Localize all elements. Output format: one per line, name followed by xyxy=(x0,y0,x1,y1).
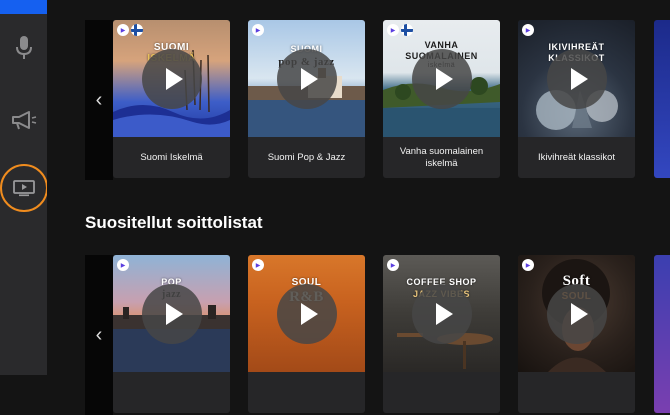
microphone-icon xyxy=(15,35,32,59)
megaphone-icon xyxy=(11,110,36,129)
play-button[interactable] xyxy=(277,284,337,344)
microphone-button[interactable] xyxy=(4,28,43,67)
sidebar-top-accent xyxy=(0,0,47,14)
playlist-row-1: ‹ ▶ SUOMI ISKELMÄ Suomi Iskelmä xyxy=(85,20,670,180)
playlist-card-suomi-iskelma[interactable]: ▶ SUOMI ISKELMÄ Suomi Iskelmä xyxy=(113,20,230,178)
playlist-card-coffee-shop-jazz[interactable]: ▶ COFFEE SHOP JAZZ VIBES xyxy=(383,255,500,413)
playlist-artwork: ▶ Soft SOUL xyxy=(518,255,635,372)
playlist-artwork: ▶ POP jazz xyxy=(113,255,230,372)
app-badge-icon: ▶ xyxy=(522,259,534,271)
playlist-artwork: ▶ SUOMI pop & jazz xyxy=(248,20,365,137)
chevron-left-icon: ‹ xyxy=(95,323,103,346)
app-badge-icon: ▶ xyxy=(387,259,399,271)
chevron-left-icon: ‹ xyxy=(95,88,103,111)
playlist-label: Suomi Iskelmä xyxy=(140,151,203,163)
playlist-card-pop-jazz[interactable]: ▶ POP jazz xyxy=(113,255,230,413)
section-title: Suositellut soittolistat xyxy=(85,213,263,232)
app-badge-icon: ▶ xyxy=(117,259,129,271)
playlist-artwork: ▶ SUOMI ISKELMÄ xyxy=(113,20,230,137)
finnish-flag-icon xyxy=(401,24,413,36)
playlist-card-partial[interactable] xyxy=(654,255,670,413)
playlist-artwork: ▶ COFFEE SHOP JAZZ VIBES xyxy=(383,255,500,372)
playlist-card-soft-soul[interactable]: ▶ Soft SOUL xyxy=(518,255,635,413)
playlist-artwork: ▶ IKIVIHREÄT KLASSIKOT xyxy=(518,20,635,137)
playlist-card-ikivihreat[interactable]: ▶ IKIVIHREÄT KLASSIKOT Ikivihreät klassi… xyxy=(518,20,635,178)
app-badge-icon: ▶ xyxy=(522,24,534,36)
play-button[interactable] xyxy=(277,49,337,109)
playlist-label: Ikivihreät klassikot xyxy=(537,151,616,163)
finnish-flag-icon xyxy=(131,24,143,36)
sidebar xyxy=(0,0,48,375)
previous-arrow-button[interactable]: ‹ xyxy=(85,255,113,415)
playlist-row-2: ‹ ▶ POP jazz ▶ SOUL R&B xyxy=(85,255,670,415)
playlist-card-suomi-pop-jazz[interactable]: ▶ SUOMI pop & jazz Suomi Pop & Jazz xyxy=(248,20,365,178)
playlist-label: Suomi Pop & Jazz xyxy=(267,151,346,163)
play-button[interactable] xyxy=(142,284,202,344)
main-content: ‹ ▶ SUOMI ISKELMÄ Suomi Iskelmä xyxy=(47,0,670,415)
playlist-artwork: ▶ VANHA SUOMALAINEN iskelmä xyxy=(383,20,500,137)
app-badge-icon: ▶ xyxy=(387,24,399,36)
tv-icon xyxy=(13,180,35,197)
play-button[interactable] xyxy=(412,49,472,109)
app-badge-icon: ▶ xyxy=(252,259,264,271)
play-button[interactable] xyxy=(412,284,472,344)
previous-arrow-button[interactable]: ‹ xyxy=(85,20,113,180)
tv-button[interactable] xyxy=(0,164,48,212)
podcasts-button[interactable] xyxy=(4,100,43,139)
playlist-label: Vanha suomalainen iskelmä xyxy=(399,145,484,169)
play-button[interactable] xyxy=(547,284,607,344)
playlist-card-vanha-suomalainen[interactable]: ▶ VANHA SUOMALAINEN iskelmä Vanha suomal… xyxy=(383,20,500,178)
play-button[interactable] xyxy=(142,49,202,109)
playlist-card-soul-rnb[interactable]: ▶ SOUL R&B xyxy=(248,255,365,413)
playlist-card-partial[interactable] xyxy=(654,20,670,178)
app-badge-icon: ▶ xyxy=(252,24,264,36)
play-button[interactable] xyxy=(547,49,607,109)
playlist-artwork: ▶ SOUL R&B xyxy=(248,255,365,372)
app-badge-icon: ▶ xyxy=(117,24,129,36)
